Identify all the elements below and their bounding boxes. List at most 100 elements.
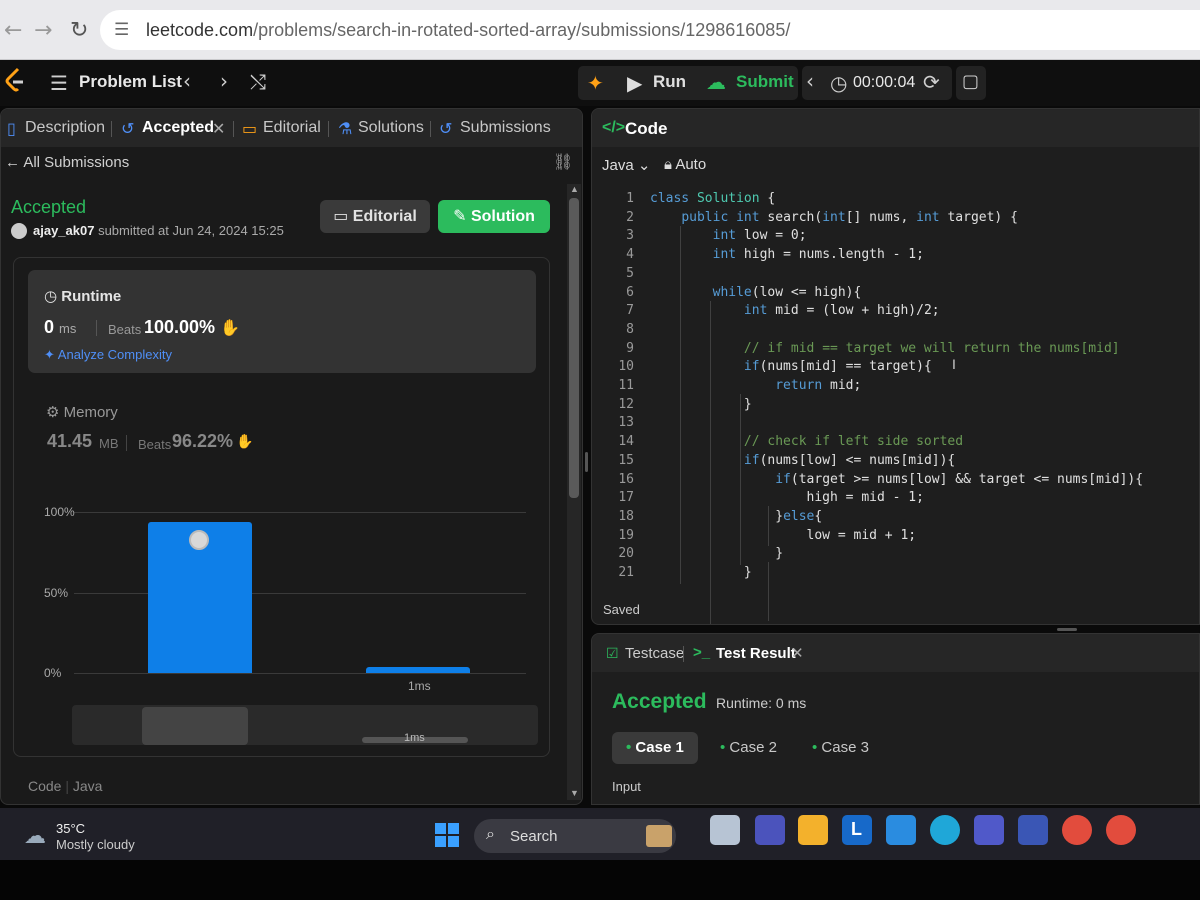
code-line[interactable]: if(nums[mid] == target){ <box>650 359 932 374</box>
solution-button[interactable]: ✎ Solution <box>438 200 550 233</box>
weather-desc[interactable]: Mostly cloudy <box>56 837 135 852</box>
runtime-beats-label: Beats <box>108 322 142 337</box>
code-lang-label: Java <box>72 778 103 794</box>
mail-icon[interactable] <box>886 815 916 845</box>
code-line[interactable]: } <box>650 565 752 580</box>
code-line[interactable]: if(target >= nums[low] && target <= nums… <box>650 472 1143 487</box>
runtime-unit: ms <box>59 321 77 336</box>
address-bar[interactable]: ☰ leetcode.com/problems/search-in-rotate… <box>100 10 1200 50</box>
close-tab-icon[interactable]: ✕ <box>212 119 225 139</box>
reload-icon[interactable]: ↻ <box>70 18 88 43</box>
indent-guide <box>768 562 769 621</box>
code-line[interactable]: // if mid == target we will return the n… <box>650 341 1120 356</box>
edge-browser-icon[interactable] <box>930 815 960 845</box>
result-panel: ☑ Testcase >_ Test Result ✕ Accepted Run… <box>591 633 1200 805</box>
tab-submissions[interactable]: Submissions <box>460 119 551 137</box>
submit-button[interactable]: Submit <box>736 72 794 92</box>
code-line[interactable]: } <box>650 397 752 412</box>
editorial-button[interactable]: ▭ Editorial <box>320 200 430 233</box>
tab-editorial[interactable]: Editorial <box>263 119 321 137</box>
code-line[interactable]: if(nums[low] <= nums[mid]){ <box>650 453 955 468</box>
code-line[interactable]: class Solution { <box>650 191 775 206</box>
code-line[interactable]: high = mid - 1; <box>650 490 924 505</box>
code-line[interactable]: } <box>650 546 783 561</box>
line-number: 3 <box>626 228 634 244</box>
analyze-complexity-link[interactable]: ✦ Analyze Complexity <box>44 347 172 363</box>
problem-list-link[interactable]: Problem List <box>79 72 182 92</box>
collapse-timer-icon[interactable]: ‹ <box>806 69 814 93</box>
task-view-icon[interactable] <box>710 815 740 845</box>
left-tabs: ▯ Description ↺ Accepted ✕ ▭ Editorial ⚗… <box>1 109 582 147</box>
chart-minimap[interactable]: 1ms <box>72 705 538 745</box>
auto-mode[interactable]: 🔒︎ Auto <box>664 156 706 173</box>
memory-label[interactable]: ⚙ Memory <box>46 403 118 421</box>
teams-chat-icon[interactable] <box>755 815 785 845</box>
code-line[interactable]: low = mid + 1; <box>650 528 917 543</box>
vertical-resize-handle[interactable] <box>1057 628 1077 631</box>
runtime-number: 0 <box>44 317 55 337</box>
share-link-icon[interactable]: ⛓ <box>553 152 573 172</box>
search-highlight-icon <box>646 825 672 847</box>
minimap-window[interactable] <box>142 707 248 745</box>
search-label: Search <box>510 828 558 845</box>
case-tab-2[interactable]: • Case 2 <box>706 732 791 764</box>
result-tabs: ☑ Testcase >_ Test Result ✕ <box>592 634 1199 672</box>
site-info-icon[interactable]: ☰ <box>114 20 129 40</box>
scroll-down-icon[interactable]: ▼ <box>570 788 579 798</box>
forward-arrow-icon[interactable]: → <box>34 18 52 43</box>
code-line[interactable]: int mid = (low + high)/2; <box>650 303 940 318</box>
all-submissions-link[interactable]: ← All Submissions <box>5 154 129 171</box>
code-line[interactable]: return mid; <box>650 378 861 393</box>
code-line[interactable]: // check if left side sorted <box>650 434 963 449</box>
stats-card: ◷ Runtime 0 ms Beats 100.00% ✋ ✦ Analyze… <box>13 257 550 757</box>
reset-timer-icon[interactable]: ⟳ <box>923 70 940 94</box>
windows-start-icon[interactable] <box>434 822 460 848</box>
tab-description[interactable]: Description <box>25 119 105 137</box>
close-tab-icon[interactable]: ✕ <box>791 644 804 662</box>
code-line[interactable]: int low = 0; <box>650 228 807 243</box>
leetcode-logo-icon[interactable] <box>4 67 26 93</box>
panel-resize-handle[interactable] <box>585 452 588 472</box>
minimap-label: 1ms <box>404 732 425 744</box>
cloud-weather-icon[interactable]: ☁ <box>24 823 46 849</box>
taskbar-search[interactable]: ⌕ Search <box>474 819 676 853</box>
list-icon[interactable]: ☰ <box>50 71 68 95</box>
l-app-icon[interactable]: L <box>842 815 872 845</box>
username-link[interactable]: ajay_ak07 <box>33 223 94 238</box>
code-line[interactable]: }else{ <box>650 509 822 524</box>
case-tab-3[interactable]: • Case 3 <box>798 732 883 764</box>
next-problem-icon[interactable]: › <box>220 69 228 93</box>
tab-solutions[interactable]: Solutions <box>358 119 424 137</box>
url-text: leetcode.com/problems/search-in-rotated-… <box>146 20 790 41</box>
shuffle-icon[interactable]: ⤭ <box>250 70 266 94</box>
debug-icon[interactable]: ✦ <box>587 71 604 95</box>
runtime-box[interactable]: ◷ Runtime 0 ms Beats 100.00% ✋ ✦ Analyze… <box>28 270 536 373</box>
language-select[interactable]: Java ⌄ <box>602 156 650 174</box>
case-tab-1[interactable]: • Case 1 <box>612 732 698 764</box>
weather-temp[interactable]: 35°C <box>56 821 85 836</box>
code-line[interactable]: int high = nums.length - 1; <box>650 247 924 262</box>
note-icon[interactable]: ▢ <box>962 71 979 92</box>
tab-testcase[interactable]: Testcase <box>625 645 684 662</box>
tab-test-result[interactable]: Test Result <box>716 645 796 662</box>
chrome-icon[interactable] <box>1062 815 1092 845</box>
run-button[interactable]: Run <box>653 72 686 92</box>
tab-separator <box>430 121 431 137</box>
chrome-profile-icon[interactable] <box>1106 815 1136 845</box>
code-line[interactable]: while(low <= high){ <box>650 285 862 300</box>
avatar[interactable] <box>11 223 27 239</box>
back-arrow-icon[interactable]: ← <box>4 18 22 43</box>
scroll-up-icon[interactable]: ▲ <box>570 184 579 194</box>
left-scrollbar[interactable]: ▲ ▼ <box>567 184 581 800</box>
teams-icon[interactable] <box>974 815 1004 845</box>
x-tick-label: 1ms <box>408 679 431 693</box>
code-line[interactable]: public int search(int[] nums, int target… <box>650 210 1018 225</box>
chart-bar-1ms[interactable] <box>366 666 470 673</box>
prev-problem-icon[interactable]: ‹ <box>183 69 191 93</box>
teams-new-icon[interactable] <box>1018 815 1048 845</box>
scroll-thumb[interactable] <box>569 198 579 498</box>
input-label: Input <box>612 779 641 794</box>
tab-accepted[interactable]: Accepted <box>142 119 214 137</box>
file-explorer-icon[interactable] <box>798 815 828 845</box>
line-number: 15 <box>618 452 634 468</box>
